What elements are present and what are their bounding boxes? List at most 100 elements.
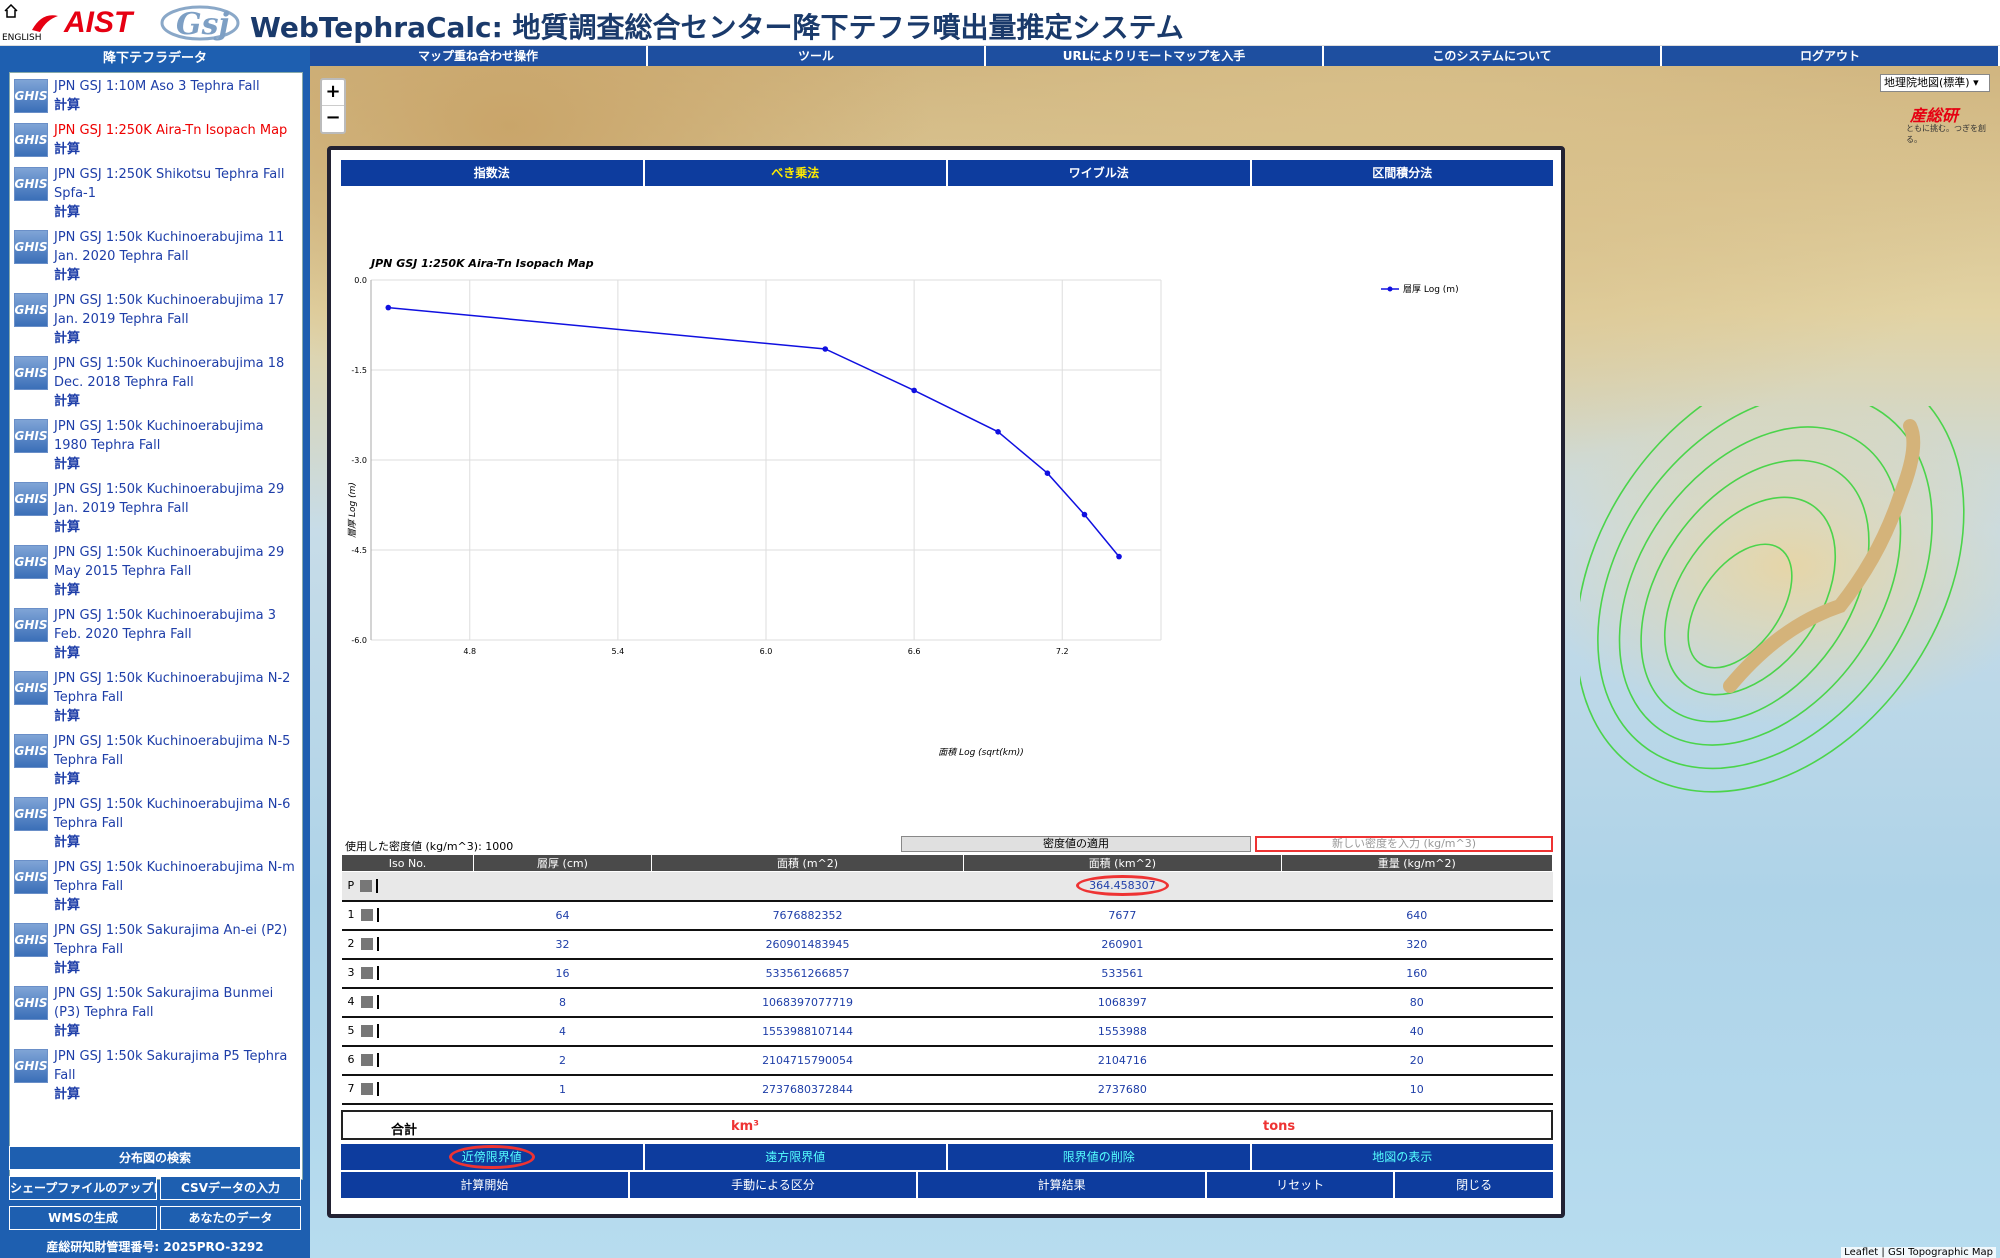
home-icon[interactable]: [4, 4, 18, 18]
color-swatch[interactable]: [360, 1054, 373, 1066]
map-search-button[interactable]: 分布図の検索: [9, 1146, 301, 1170]
limit-button-1[interactable]: 近傍限界値: [341, 1144, 643, 1170]
list-item[interactable]: GHIS JPN GSJ 1:50k Kuchinoerabujima N-m T…: [10, 854, 302, 917]
list-item[interactable]: GHIS JPN GSJ 1:50k Kuchinoerabujima N-5 T…: [10, 728, 302, 791]
calc-link[interactable]: 計算: [54, 203, 300, 222]
dataset-name[interactable]: JPN GSJ 1:50k Kuchinoerabujima 29 Jan. 2…: [54, 480, 300, 518]
color-swatch[interactable]: [360, 1025, 373, 1037]
density-row: 使用した密度値 (kg/m^3): 1000 密度値の適用 新しい密度を入力 (…: [341, 836, 1553, 853]
color-swatch[interactable]: [360, 938, 373, 950]
dataset-name[interactable]: JPN GSJ 1:250K Shikotsu Tephra Fall Spfa…: [54, 165, 300, 203]
dataset-name[interactable]: JPN GSJ 1:50k Sakurajima Bunmei (P3) Tep…: [54, 984, 300, 1022]
csv-input-button[interactable]: CSVデータの入力: [160, 1176, 301, 1200]
dataset-name[interactable]: JPN GSJ 1:50k Kuchinoerabujima 3 Feb. 20…: [54, 606, 300, 644]
tab-method-3[interactable]: ワイブル法: [948, 160, 1250, 186]
calc-link[interactable]: 計算: [54, 329, 300, 348]
action-button-5[interactable]: 閉じる: [1395, 1172, 1554, 1198]
table-row[interactable]: 4 8 1068397077719 1068397 80: [341, 987, 1553, 1018]
density-input[interactable]: 新しい密度を入力 (kg/m^3): [1255, 836, 1553, 852]
zoom-out-button[interactable]: −: [322, 106, 344, 132]
list-item[interactable]: GHIS JPN GSJ 1:50k Kuchinoerabujima N-2 T…: [10, 665, 302, 728]
dataset-name[interactable]: JPN GSJ 1:50k Kuchinoerabujima 11 Jan. 2…: [54, 228, 300, 266]
map-attribution[interactable]: Leaflet | GSI Topographic Map: [1841, 1247, 1996, 1258]
density-apply-button[interactable]: 密度値の適用: [901, 836, 1251, 852]
action-button-2[interactable]: 手動による区分: [629, 1172, 917, 1198]
limit-button-3[interactable]: 限界値の削除: [948, 1144, 1250, 1170]
dataset-name[interactable]: JPN GSJ 1:250K Aira-Tn Isopach Map: [54, 121, 287, 140]
table-row[interactable]: 6 2 2104715790054 2104716 20: [341, 1045, 1553, 1076]
calc-link[interactable]: 計算: [54, 581, 300, 600]
color-swatch[interactable]: [360, 996, 373, 1008]
table-row[interactable]: 1 64 7676882352 7677 640: [341, 900, 1553, 931]
color-swatch[interactable]: [360, 1083, 373, 1095]
list-item[interactable]: GHIS JPN GSJ 1:250K Aira-Tn Isopach Map 計算: [10, 117, 302, 161]
list-item[interactable]: GHIS JPN GSJ 1:50k Kuchinoerabujima 29 Ja…: [10, 476, 302, 539]
calc-link[interactable]: 計算: [54, 644, 300, 663]
your-data-button[interactable]: あなたのデータ: [160, 1206, 301, 1230]
list-item[interactable]: GHIS JPN GSJ 1:250K Shikotsu Tephra Fall …: [10, 161, 302, 224]
calc-link[interactable]: 計算: [54, 392, 300, 411]
dataset-name[interactable]: JPN GSJ 1:50k Kuchinoerabujima 1980 Teph…: [54, 417, 300, 455]
tab-method-2[interactable]: べき乗法: [644, 160, 946, 186]
list-item[interactable]: GHIS JPN GSJ 1:50k Kuchinoerabujima 3 Feb…: [10, 602, 302, 665]
calc-link[interactable]: 計算: [54, 266, 300, 285]
dataset-name[interactable]: JPN GSJ 1:50k Kuchinoerabujima 29 May 20…: [54, 543, 300, 581]
color-swatch[interactable]: [360, 967, 373, 979]
tab-method-1[interactable]: 指数法: [341, 160, 643, 186]
wms-generate-button[interactable]: WMSの生成: [9, 1206, 157, 1230]
limit-button-4[interactable]: 地図の表示: [1251, 1144, 1553, 1170]
table-row-p[interactable]: P 364.458307: [341, 871, 1553, 902]
x-tick-label: 4.8: [463, 647, 476, 656]
list-item[interactable]: GHIS JPN GSJ 1:50k Kuchinoerabujima 18 De…: [10, 350, 302, 413]
list-item[interactable]: GHIS JPN GSJ 1:50k Kuchinoerabujima 11 Ja…: [10, 224, 302, 287]
list-item[interactable]: GHIS JPN GSJ 1:50k Sakurajima Bunmei (P3)…: [10, 980, 302, 1043]
calc-link[interactable]: 計算: [54, 770, 300, 789]
nav-tools[interactable]: ツール: [648, 46, 986, 66]
list-item[interactable]: GHIS JPN GSJ 1:50k Sakurajima P5 Tephra F…: [10, 1043, 302, 1106]
dataset-name[interactable]: JPN GSJ 1:50k Kuchinoerabujima N-5 Tephr…: [54, 732, 300, 770]
nav-logout[interactable]: ログアウト: [1662, 46, 2000, 66]
zoom-in-button[interactable]: +: [322, 80, 344, 106]
table-row[interactable]: 2 32 260901483945 260901 320: [341, 929, 1553, 960]
calc-link[interactable]: 計算: [54, 140, 287, 159]
list-item[interactable]: GHIS JPN GSJ 1:50k Kuchinoerabujima 29 Ma…: [10, 539, 302, 602]
list-item[interactable]: GHIS JPN GSJ 1:50k Kuchinoerabujima 1980 …: [10, 413, 302, 476]
calc-link[interactable]: 計算: [54, 1022, 300, 1041]
tephra-data-list[interactable]: GHIS JPN GSJ 1:10M Aso 3 Tephra Fall 計算 GHI…: [9, 72, 303, 1180]
color-swatch[interactable]: [360, 879, 373, 892]
list-item[interactable]: GHIS JPN GSJ 1:10M Aso 3 Tephra Fall 計算: [10, 73, 302, 117]
dataset-name[interactable]: JPN GSJ 1:50k Kuchinoerabujima 18 Dec. 2…: [54, 354, 300, 392]
nav-about[interactable]: このシステムについて: [1324, 46, 1662, 66]
calc-link[interactable]: 計算: [54, 1085, 300, 1104]
table-row[interactable]: 5 4 1553988107144 1553988 40: [341, 1016, 1553, 1047]
table-row[interactable]: 3 16 533561266857 533561 160: [341, 958, 1553, 989]
calc-link[interactable]: 計算: [54, 518, 300, 537]
list-item[interactable]: GHIS JPN GSJ 1:50k Kuchinoerabujima N-6 T…: [10, 791, 302, 854]
dataset-name[interactable]: JPN GSJ 1:50k Kuchinoerabujima N-6 Tephr…: [54, 795, 300, 833]
table-row[interactable]: 7 1 2737680372844 2737680 10: [341, 1074, 1553, 1105]
calc-link[interactable]: 計算: [54, 833, 300, 852]
limit-button-2[interactable]: 遠方限界値: [644, 1144, 946, 1170]
dataset-name[interactable]: JPN GSJ 1:10M Aso 3 Tephra Fall: [54, 77, 260, 96]
nav-map-overlay[interactable]: マップ重ね合わせ操作: [310, 46, 648, 66]
dataset-name[interactable]: JPN GSJ 1:50k Sakurajima P5 Tephra Fall: [54, 1047, 300, 1085]
calc-link[interactable]: 計算: [54, 896, 300, 915]
shapefile-upload-button[interactable]: シェープファイルのアップロード: [9, 1176, 157, 1200]
list-item[interactable]: GHIS JPN GSJ 1:50k Kuchinoerabujima 17 Ja…: [10, 287, 302, 350]
action-button-1[interactable]: 計算開始: [341, 1172, 628, 1198]
color-swatch[interactable]: [360, 909, 373, 921]
calc-link[interactable]: 計算: [54, 96, 260, 115]
action-button-4[interactable]: リセット: [1207, 1172, 1394, 1198]
dataset-name[interactable]: JPN GSJ 1:50k Kuchinoerabujima N-2 Tephr…: [54, 669, 300, 707]
nav-remote-map[interactable]: URLによりリモートマップを入手: [986, 46, 1324, 66]
calc-link[interactable]: 計算: [54, 959, 300, 978]
dataset-name[interactable]: JPN GSJ 1:50k Kuchinoerabujima N-m Tephr…: [54, 858, 300, 896]
calc-link[interactable]: 計算: [54, 707, 300, 726]
list-item[interactable]: GHIS JPN GSJ 1:50k Sakurajima An-ei (P2) …: [10, 917, 302, 980]
dataset-name[interactable]: JPN GSJ 1:50k Kuchinoerabujima 17 Jan. 2…: [54, 291, 300, 329]
dataset-name[interactable]: JPN GSJ 1:50k Sakurajima An-ei (P2) Teph…: [54, 921, 300, 959]
tab-method-4[interactable]: 区間積分法: [1251, 160, 1553, 186]
action-button-3[interactable]: 計算結果: [918, 1172, 1206, 1198]
calc-link[interactable]: 計算: [54, 455, 300, 474]
base-layer-select[interactable]: 地理院地図(標準) ▾: [1880, 74, 1990, 92]
